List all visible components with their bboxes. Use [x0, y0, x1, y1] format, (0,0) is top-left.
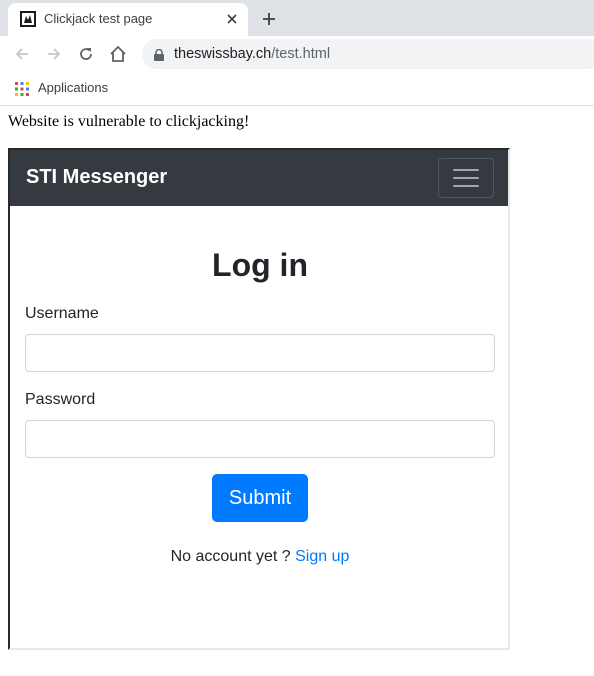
signup-prompt: No account yet ? Sign up: [10, 548, 508, 566]
password-input[interactable]: [25, 420, 495, 458]
vulnerability-message: Website is vulnerable to clickjacking!: [8, 113, 250, 130]
url-host: theswissbay.ch: [174, 46, 272, 62]
navbar-brand[interactable]: STI Messenger: [26, 166, 167, 189]
url-path: /test.html: [271, 46, 331, 62]
forward-arrow-icon[interactable]: [42, 42, 66, 66]
address-bar[interactable]: theswissbay.ch/test.html: [142, 39, 594, 69]
navbar: STI Messenger: [10, 150, 508, 206]
favicon-icon: [20, 11, 36, 27]
page-title: Log in: [212, 247, 308, 283]
plus-icon[interactable]: [258, 8, 280, 30]
signup-link[interactable]: Sign up: [295, 548, 349, 565]
lock-icon: [154, 48, 164, 61]
bookmarks-bar: Applications: [0, 72, 594, 106]
back-arrow-icon[interactable]: [10, 42, 34, 66]
apps-bookmark[interactable]: Applications: [38, 80, 108, 95]
tab-title: Clickjack test page: [44, 11, 153, 26]
password-label: Password: [25, 391, 96, 408]
tab-strip: Clickjack test page: [0, 0, 594, 36]
browser-tab[interactable]: Clickjack test page: [8, 3, 248, 36]
close-icon[interactable]: [222, 9, 242, 29]
embedded-iframe: STI Messenger Log in Username Password S…: [8, 148, 510, 650]
reload-icon[interactable]: [74, 42, 98, 66]
home-icon[interactable]: [106, 42, 130, 66]
username-input[interactable]: [25, 334, 495, 372]
url-text: theswissbay.ch/test.html: [174, 46, 330, 62]
hamburger-icon[interactable]: [438, 158, 494, 198]
browser-toolbar: theswissbay.ch/test.html: [0, 36, 594, 72]
username-label: Username: [25, 305, 99, 322]
submit-button[interactable]: Submit: [212, 474, 308, 522]
apps-grid-icon[interactable]: [14, 81, 30, 97]
no-account-text: No account yet ?: [170, 548, 291, 565]
